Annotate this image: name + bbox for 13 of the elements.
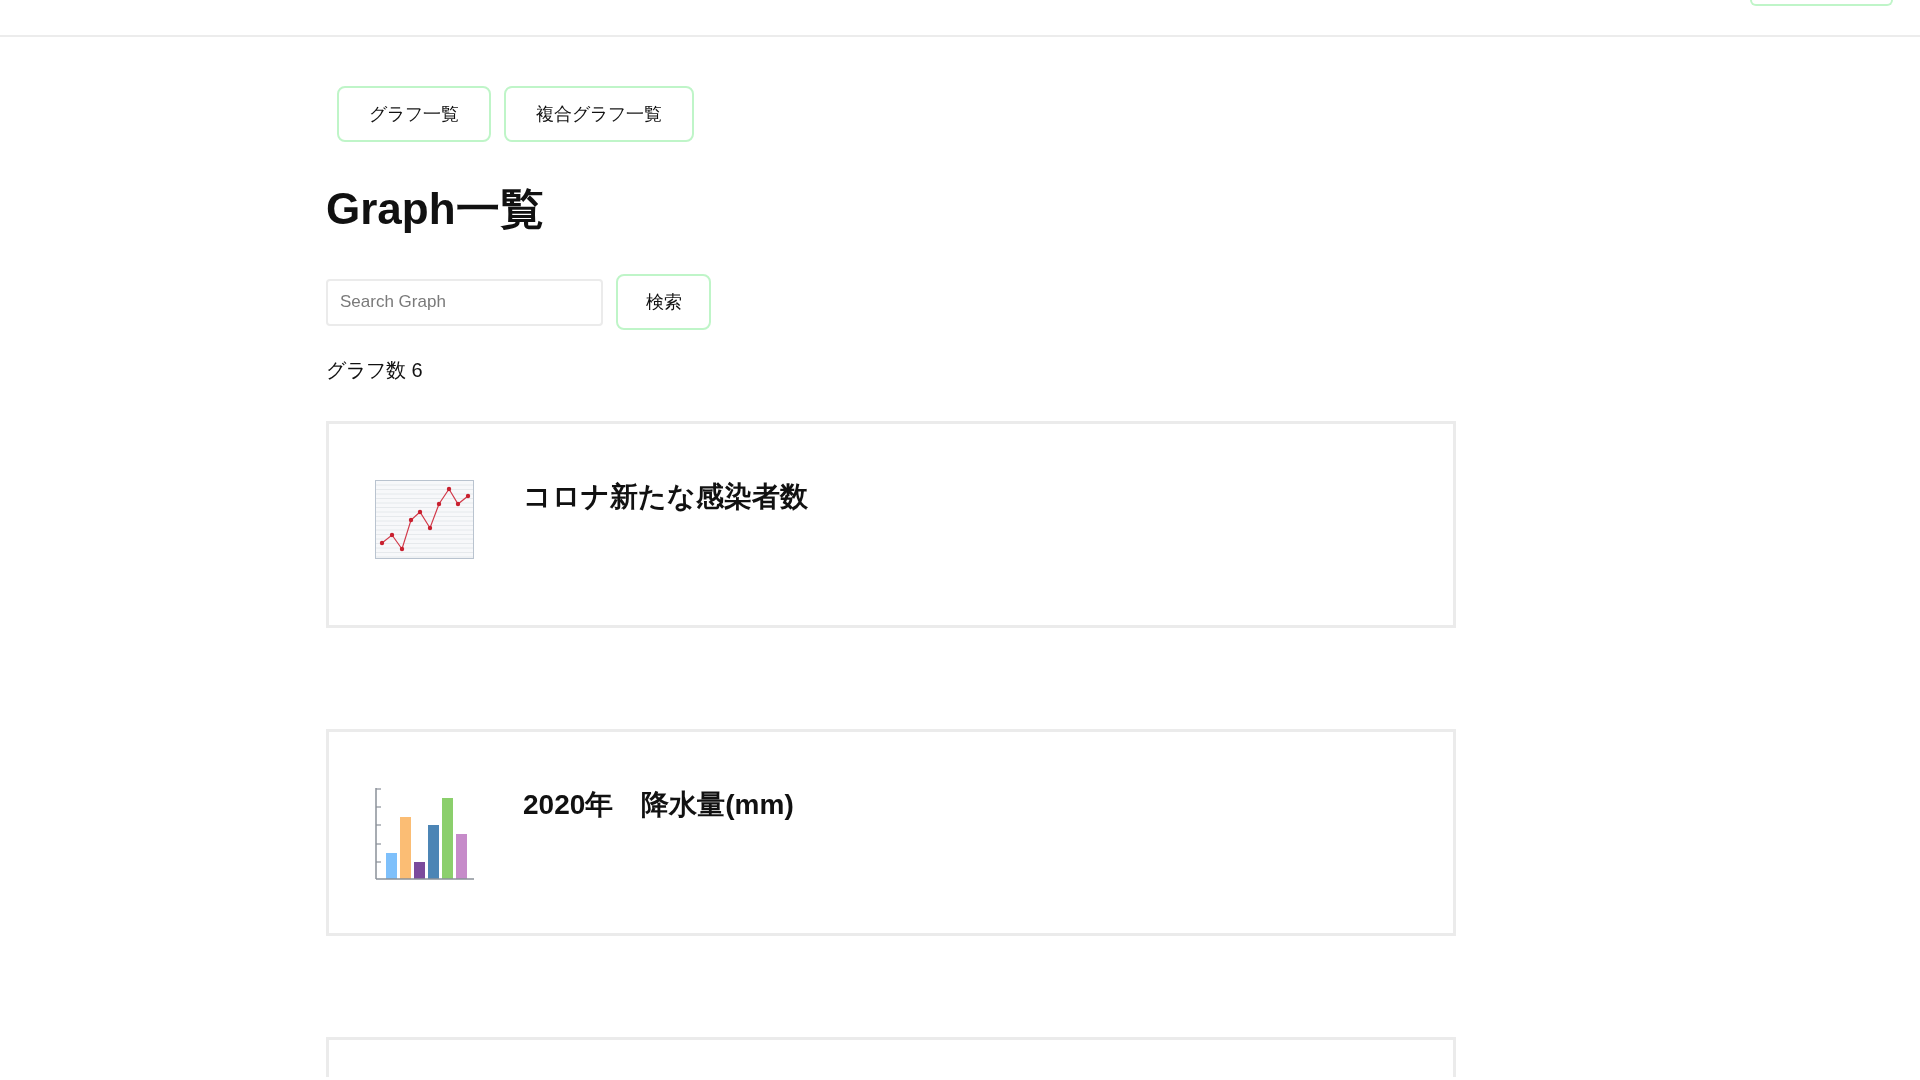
graph-card[interactable]: コロナ新たな感染者数 — [326, 421, 1456, 628]
search-button[interactable]: 検索 — [616, 274, 711, 330]
nav-button[interactable]: 複合グラフ一覧 — [504, 86, 694, 142]
bar-chart-icon — [375, 788, 474, 880]
search-field[interactable]: Search Graph — [326, 278, 603, 326]
graph-title: コロナ新たな感染者数 — [523, 480, 808, 514]
line-chart-icon — [375, 480, 474, 559]
header-button[interactable] — [1750, 0, 1893, 6]
nav-button[interactable]: グラフ一覧 — [337, 86, 491, 142]
graph-count: グラフ数 6 — [326, 358, 423, 383]
graph-title: 2020年 降水量(mm) — [523, 788, 794, 822]
graph-card[interactable]: 2020年 降水量(mm) — [326, 729, 1456, 936]
page-heading: Graph一覧 — [326, 183, 544, 235]
